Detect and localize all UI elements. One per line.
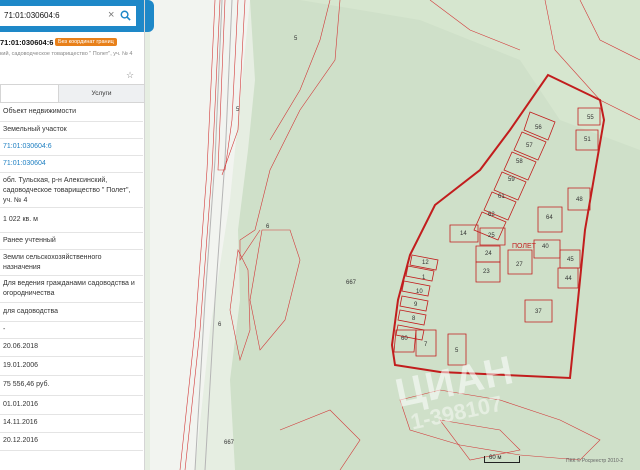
parcel-label: 667 <box>346 280 357 286</box>
close-icon[interactable]: × <box>108 9 114 21</box>
search-query: 71:01:030604:6 <box>4 11 60 20</box>
parcel-label: 5 <box>294 36 298 42</box>
info-row: 71:01:030604:6 <box>0 138 143 156</box>
parcel-label: 44 <box>565 276 572 282</box>
info-row: 20.06.2018 <box>0 338 143 357</box>
object-address: кий, садоводческое товарищество " Полет"… <box>0 51 133 57</box>
parcel-label: 40 <box>542 244 549 250</box>
parcel-label: 12 <box>422 260 429 266</box>
tab-services[interactable]: Услуги <box>58 84 144 103</box>
parcel-label: 667 <box>224 440 235 446</box>
info-row: Земли сельскохозяйственного назначения <box>0 249 143 276</box>
info-row: обл. Тульская, р-н Алексинский, садоводч… <box>0 172 143 208</box>
copyright: ПКК © Росреестр 2010-2 <box>566 458 624 464</box>
info-row: 1 022 кв. м <box>0 207 143 233</box>
search-bar: 71:01:030604:6 × <box>0 0 144 32</box>
parcel-label: 51 <box>584 137 591 143</box>
parcel-label: 60 <box>401 336 408 342</box>
parcel-label: 24 <box>485 251 492 257</box>
parcel-label: 57 <box>526 143 533 149</box>
parcel-label: 45 <box>567 257 574 263</box>
info-row: 14.11.2016 <box>0 414 143 433</box>
info-row: Ранее учтенный <box>0 232 143 250</box>
parcel-label: 56 <box>535 125 542 131</box>
info-row: 19.01.2006 <box>0 356 143 376</box>
info-panel: 71:01:030604:6 × 71:01:030604:6 Без коор… <box>0 0 145 470</box>
parcel-label: 61 <box>498 194 505 200</box>
search-input[interactable]: 71:01:030604:6 × <box>0 6 136 26</box>
info-row: Земельный участок <box>0 121 143 139</box>
info-row: 20.12.2016 <box>0 432 143 451</box>
parcel-label: 62 <box>488 212 495 218</box>
parcel-label: 5 <box>236 107 240 113</box>
status-badge: Без координат границ <box>55 38 117 46</box>
parcel-label: 14 <box>460 231 467 237</box>
info-row: для садоводства <box>0 302 143 322</box>
tab-info[interactable] <box>0 84 60 103</box>
parcel-label: 58 <box>516 159 523 165</box>
info-row: Объект недвижимости <box>0 102 143 122</box>
parcel-label: 55 <box>587 115 594 121</box>
info-row: Для ведения гражданами садоводства и ого… <box>0 275 143 303</box>
settlement-label: ПОЛЕТ <box>512 243 536 250</box>
parcel-label: 7 <box>424 342 428 348</box>
parcel-label: 37 <box>535 309 542 315</box>
parcel-label: 25 <box>488 233 495 239</box>
scale-label: 60 м <box>489 455 502 461</box>
info-row: 71:01:030604 <box>0 155 143 173</box>
cadastral-quarter-link[interactable]: 71:01:030604 <box>3 159 141 169</box>
parcel-label: 1 <box>422 275 426 281</box>
object-number: 71:01:030604:6 <box>0 38 54 47</box>
parcel-label: 59 <box>508 177 515 183</box>
info-row: - <box>0 321 143 339</box>
parcel-label: 10 <box>416 289 423 295</box>
info-row: 75 556,46 руб. <box>0 375 143 396</box>
parcel-label: 8 <box>412 316 416 322</box>
cadastral-number-link[interactable]: 71:01:030604:6 <box>3 142 141 152</box>
parcel-label: 6 <box>266 224 270 230</box>
parcel-label: 9 <box>414 302 418 308</box>
search-icon[interactable] <box>120 10 131 21</box>
star-icon[interactable]: ☆ <box>126 70 134 81</box>
info-row: 01.01.2016 <box>0 395 143 415</box>
parcel-label: 48 <box>576 197 583 203</box>
parcel-label: 27 <box>516 262 523 268</box>
parcel-label: 5 <box>455 348 459 354</box>
parcel-label: 6 <box>218 322 222 328</box>
parcel-label: 64 <box>546 215 553 221</box>
parcel-label: 23 <box>483 269 490 275</box>
